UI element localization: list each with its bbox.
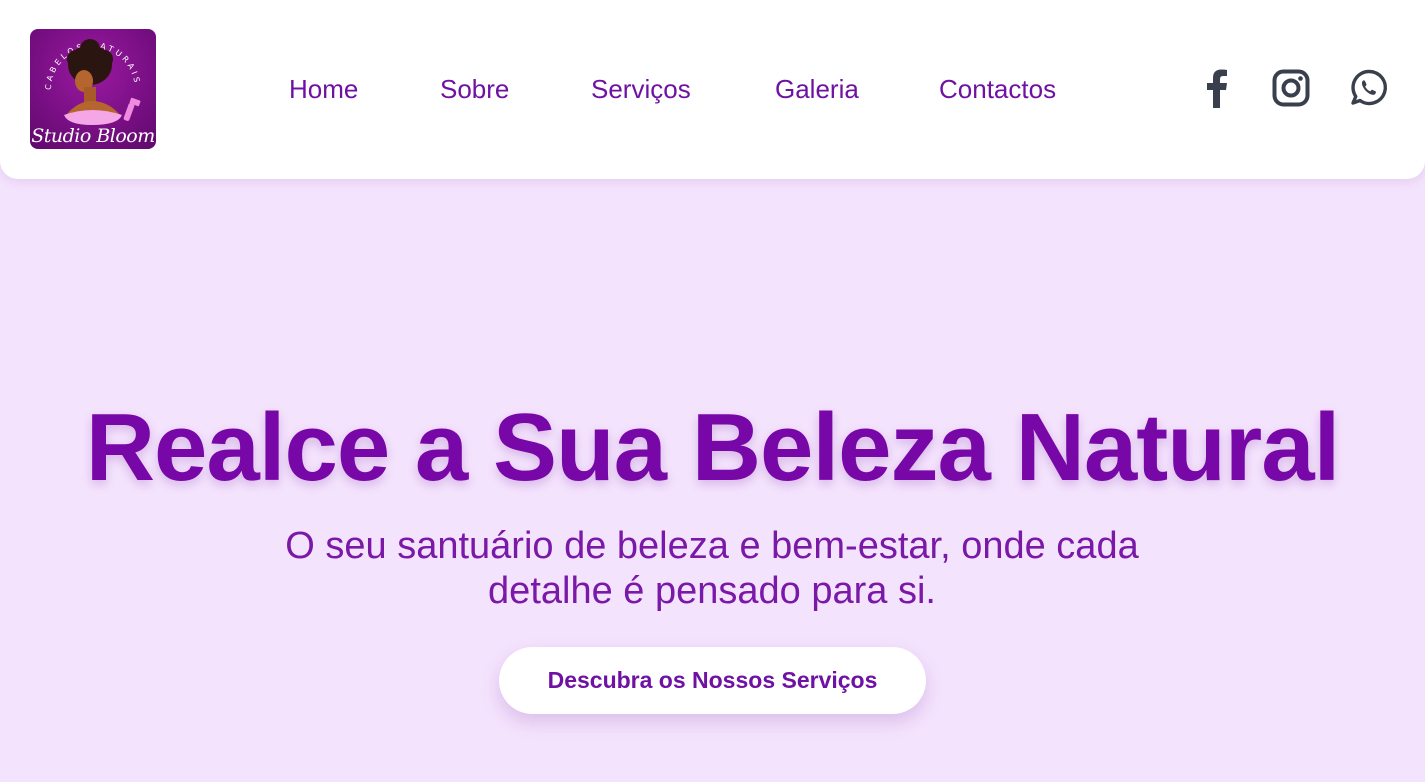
facebook-icon[interactable] — [1198, 68, 1238, 108]
nav-contactos-link[interactable]: Contactos — [939, 73, 1056, 105]
logo-brand-name: Studio Bloom — [31, 125, 155, 147]
studio-bloom-logo[interactable]: CABELOS NATURAIS Studio Bloom — [30, 29, 156, 149]
whatsapp-icon[interactable] — [1349, 68, 1389, 108]
nav-galeria-link[interactable]: Galeria — [775, 73, 859, 105]
site-header: CABELOS NATURAIS Studio Bloom Home Sobre… — [0, 0, 1425, 179]
discover-services-button[interactable]: Descubra os Nossos Serviços — [499, 647, 926, 714]
nav-sobre-link[interactable]: Sobre — [440, 73, 509, 105]
hero-subtitle: O seu santuário de beleza e bem-estar, o… — [285, 525, 1139, 612]
instagram-icon[interactable] — [1271, 68, 1311, 108]
hero-title: Realce a Sua Beleza Natural — [85, 394, 1341, 501]
nav-servicos-link[interactable]: Serviços — [591, 73, 691, 105]
nav-home-link[interactable]: Home — [289, 73, 358, 105]
